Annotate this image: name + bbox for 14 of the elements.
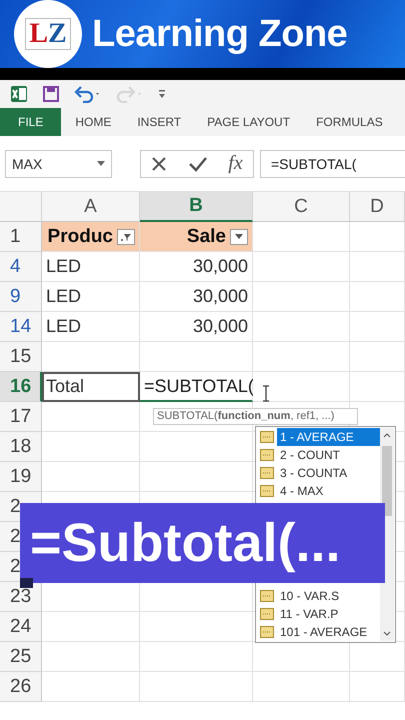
option-label: 101 - AVERAGE (279, 624, 368, 641)
header-label: Produc (48, 226, 113, 248)
option-label: 1 - AVERAGE (277, 428, 380, 446)
caption-overlay: =Subtotal(... (20, 503, 385, 583)
option-label: 2 - COUNT (279, 447, 341, 464)
option-label: 11 - VAR.P (279, 606, 340, 623)
channel-title: Learning Zone (92, 12, 348, 56)
option-label: 4 - MAX (279, 483, 324, 500)
logo-text: LZ (25, 18, 71, 50)
option-label: 3 - COUNTA (279, 465, 348, 482)
name-box-value: MAX (12, 156, 42, 172)
header-label: Sale (186, 226, 226, 248)
option-label: 10 - VAR.S (279, 588, 340, 605)
function-tooltip: SUBTOTAL(function_num, ref1, ...) (153, 408, 358, 425)
